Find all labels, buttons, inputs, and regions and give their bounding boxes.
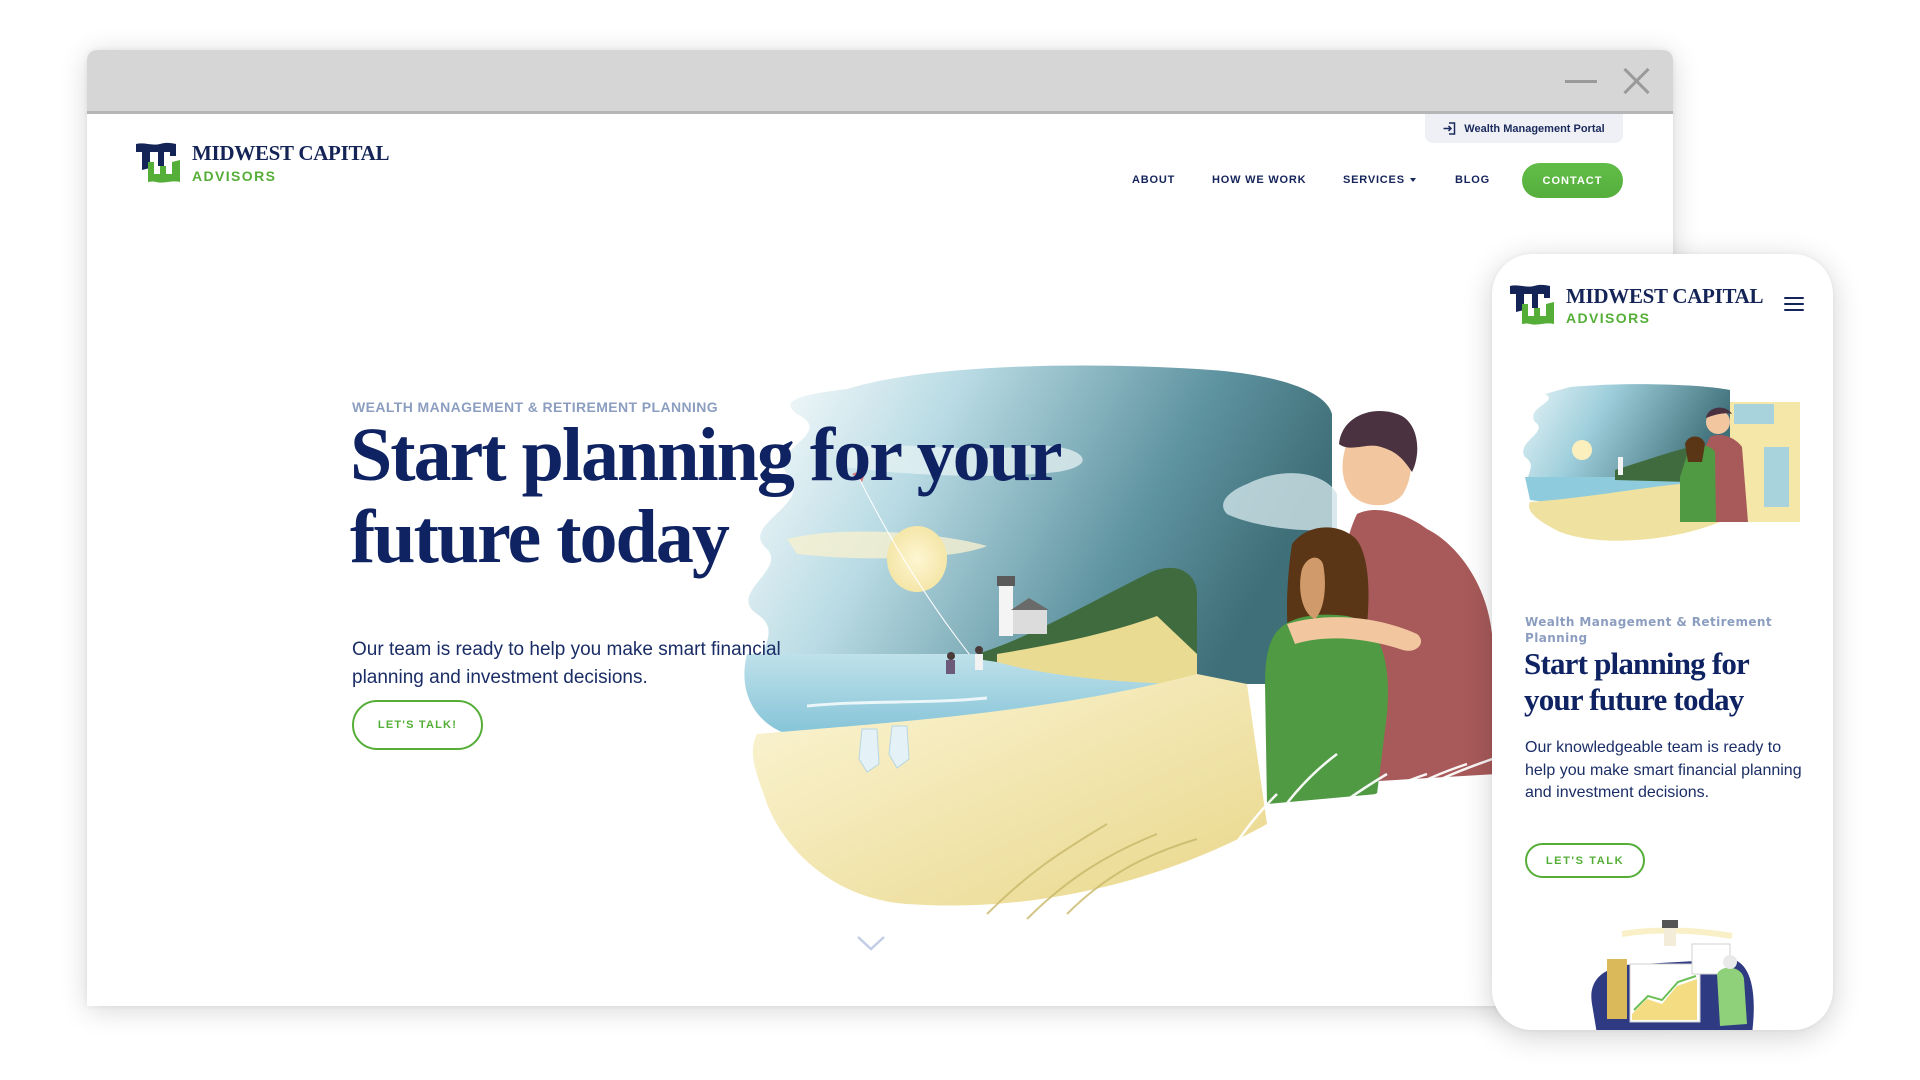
mobile-hero-title: Start planning for your future today <box>1524 646 1749 717</box>
window-titlebar <box>87 50 1673 114</box>
minimize-icon[interactable] <box>1565 80 1597 83</box>
hero-title: Start planning for your future today <box>350 413 1061 579</box>
caret-down-icon <box>1409 178 1416 183</box>
main-navigation: ABOUT HOW WE WORK SERVICES BLOG CONTACT <box>87 163 1673 199</box>
hero-description: Our team is ready to help you make smart… <box>352 639 781 688</box>
mobile-hero-description: Our knowledgeable team is ready to help … <box>1525 739 1802 801</box>
mobile-hero-illustration <box>1523 384 1800 541</box>
nav-about[interactable]: ABOUT <box>1132 174 1175 186</box>
mobile-lets-talk-button[interactable]: LET'S TALK <box>1525 843 1645 878</box>
lets-talk-button[interactable]: LET'S TALK! <box>352 700 483 750</box>
contact-button[interactable]: CONTACT <box>1522 163 1623 198</box>
portal-label: Wealth Management Portal <box>1464 122 1605 135</box>
logo-name: MIDWEST CAPITAL <box>192 141 390 165</box>
wealth-management-portal-link[interactable]: Wealth Management Portal <box>1425 114 1623 143</box>
mobile-device-mockup: MIDWEST CAPITAL ADVISORS Wealth Manageme… <box>1492 254 1833 1030</box>
hamburger-menu-icon[interactable] <box>1784 297 1804 311</box>
advisor-charts-illustration <box>1591 920 1754 1030</box>
logo-name: MIDWEST CAPITAL <box>1566 283 1764 308</box>
chevron-down-icon[interactable] <box>856 934 886 952</box>
login-icon <box>1443 122 1456 135</box>
mobile-hero-eyebrow: Wealth Management & Retirement Planning <box>1525 615 1772 645</box>
nav-how-we-work[interactable]: HOW WE WORK <box>1212 174 1306 186</box>
desktop-browser-window: MIDWEST CAPITAL ADVISORS Wealth Manageme… <box>87 50 1673 1006</box>
nav-blog[interactable]: BLOG <box>1455 174 1490 186</box>
mobile-site-logo[interactable]: MIDWEST CAPITAL ADVISORS <box>1510 284 1763 326</box>
desktop-page: MIDWEST CAPITAL ADVISORS Wealth Manageme… <box>87 114 1673 1006</box>
nav-services[interactable]: SERVICES <box>1343 174 1416 186</box>
nav-services-label: SERVICES <box>1343 174 1405 186</box>
close-icon[interactable] <box>1621 66 1651 96</box>
logo-subtitle: ADVISORS <box>1566 309 1651 326</box>
logo-mark-icon <box>1510 284 1554 325</box>
